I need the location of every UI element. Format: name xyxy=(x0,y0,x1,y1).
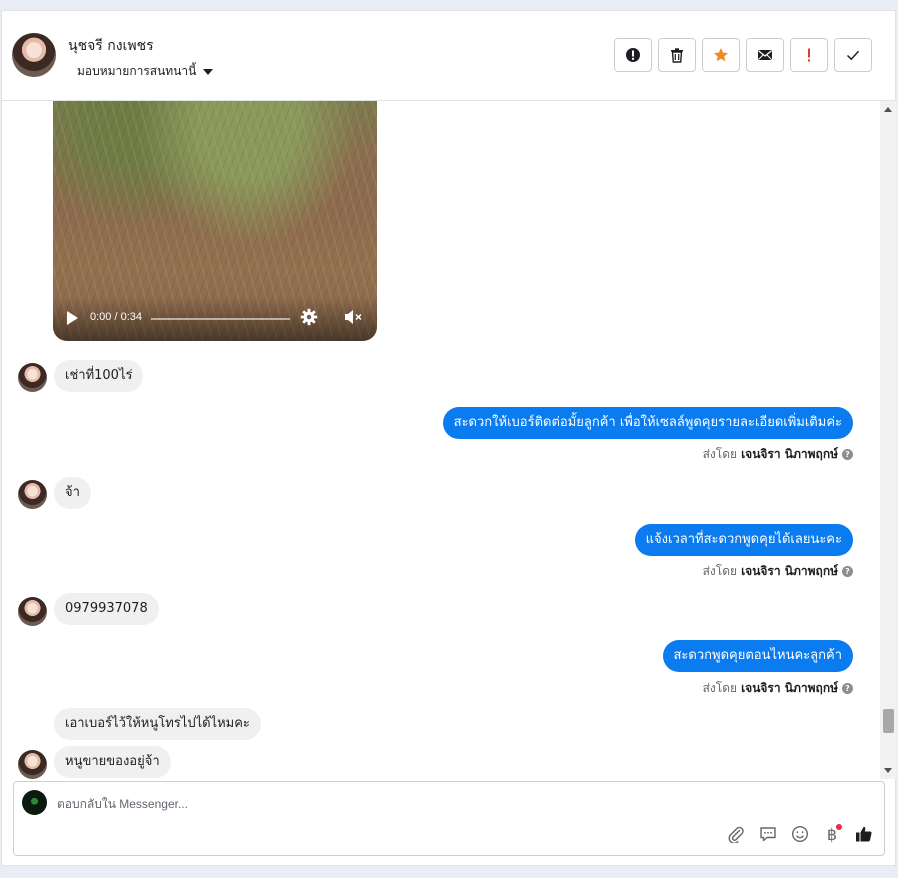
page-avatar xyxy=(22,790,47,815)
scroll-up-arrow[interactable] xyxy=(884,107,892,112)
assign-label: มอบหมายการสนทนานี้ xyxy=(77,64,197,78)
outgoing-message[interactable]: สะดวกพูดคุยตอนไหนคะลูกค้า xyxy=(662,640,853,672)
outgoing-message[interactable]: แจ้งเวลาที่สะดวกพูดคุยได้เลยนะคะ xyxy=(634,524,853,556)
mark-unread-button[interactable] xyxy=(746,38,784,72)
video-controls: 0:00 / 0:34 xyxy=(53,297,377,341)
outgoing-message[interactable]: สะดวกให้เบอร์ติดต่อมั้ยลูกค้า เพื่อให้เซ… xyxy=(442,407,853,439)
contact-avatar[interactable] xyxy=(12,33,56,77)
caret-down-icon xyxy=(203,68,214,75)
contact-avatar-small xyxy=(18,597,47,626)
sent-by-agent: เจนจิรา นิภาพฤกษ์ xyxy=(741,447,838,461)
incoming-message[interactable]: เอาเบอร์ไว้ให้หนูโทรไปได้ไหมคะ xyxy=(54,708,261,740)
sent-by-prefix: ส่งโดย xyxy=(702,564,738,578)
sent-by-line: ส่งโดย เจนจิรา นิภาพฤกษ์ ? xyxy=(703,679,853,698)
sent-by-agent: เจนจิรา นิภาพฤกษ์ xyxy=(741,681,838,695)
contact-name[interactable]: นุชจรี กงเพชร xyxy=(68,35,154,57)
payment-button[interactable]: ฿ xyxy=(822,824,842,844)
sent-by-line: ส่งโดย เจนจิรา นิภาพฤกษ์ ? xyxy=(703,562,853,581)
thumbs-up-icon xyxy=(856,826,872,842)
follow-up-button[interactable] xyxy=(790,38,828,72)
scroll-thumb[interactable] xyxy=(883,709,894,733)
check-icon xyxy=(846,50,860,61)
contact-avatar-small xyxy=(18,363,47,392)
video-attachment[interactable]: 0:00 / 0:34 xyxy=(53,101,377,341)
conversation-panel: นุชจรี กงเพชร มอบหมายการสนทนานี้ 0:00 / … xyxy=(1,10,897,866)
paperclip-icon xyxy=(728,826,744,843)
help-icon[interactable]: ? xyxy=(842,449,853,460)
video-progress-bar[interactable] xyxy=(151,318,290,320)
mute-icon[interactable] xyxy=(343,308,363,326)
contact-avatar-small xyxy=(18,480,47,509)
sent-by-prefix: ส่งโดย xyxy=(702,681,738,695)
play-icon[interactable] xyxy=(67,311,78,325)
sent-by-line: ส่งโดย เจนจิรา นิภาพฤกษ์ ? xyxy=(703,445,853,464)
incoming-message[interactable]: จ้า xyxy=(54,477,91,509)
star-icon xyxy=(714,48,728,62)
header-actions xyxy=(614,38,872,72)
message-list[interactable]: 0:00 / 0:34 เช่าที่100ไร่ สะดวกให้เบอร์ต… xyxy=(2,101,880,779)
reply-composer: ฿ xyxy=(13,781,885,856)
star-button[interactable] xyxy=(702,38,740,72)
envelope-icon xyxy=(758,50,772,60)
attach-button[interactable] xyxy=(726,824,746,844)
conversation-header: นุชจรี กงเพชร มอบหมายการสนทนานี้ xyxy=(2,11,895,101)
incoming-message[interactable]: เช่าที่100ไร่ xyxy=(54,360,144,392)
smiley-icon xyxy=(791,825,809,843)
reply-input[interactable] xyxy=(57,794,697,814)
assign-conversation-dropdown[interactable]: มอบหมายการสนทนานี้ xyxy=(77,62,214,81)
video-time: 0:00 / 0:34 xyxy=(90,311,142,323)
trash-icon xyxy=(671,48,683,63)
saved-replies-button[interactable] xyxy=(758,824,778,844)
contact-avatar-small xyxy=(18,750,47,779)
gear-icon[interactable] xyxy=(300,308,318,326)
chat-bubble-icon xyxy=(760,827,776,842)
spam-button[interactable] xyxy=(614,38,652,72)
help-icon[interactable]: ? xyxy=(842,566,853,577)
done-button[interactable] xyxy=(834,38,872,72)
like-button[interactable] xyxy=(854,824,874,844)
incoming-message[interactable]: หนูขายของอยู่จ้า xyxy=(54,746,171,778)
message-scrollbar[interactable] xyxy=(880,101,897,779)
sent-by-prefix: ส่งโดย xyxy=(702,447,738,461)
scroll-down-arrow[interactable] xyxy=(884,768,892,773)
emoji-button[interactable] xyxy=(790,824,810,844)
exclamation-icon xyxy=(808,48,810,62)
incoming-message[interactable]: 0979937078 xyxy=(54,593,159,625)
sent-by-agent: เจนจิรา นิภาพฤกษ์ xyxy=(741,564,838,578)
help-icon[interactable]: ? xyxy=(842,683,853,694)
notification-dot xyxy=(836,824,842,830)
alert-circle-icon xyxy=(626,48,640,62)
composer-tools: ฿ xyxy=(726,824,874,844)
delete-button[interactable] xyxy=(658,38,696,72)
